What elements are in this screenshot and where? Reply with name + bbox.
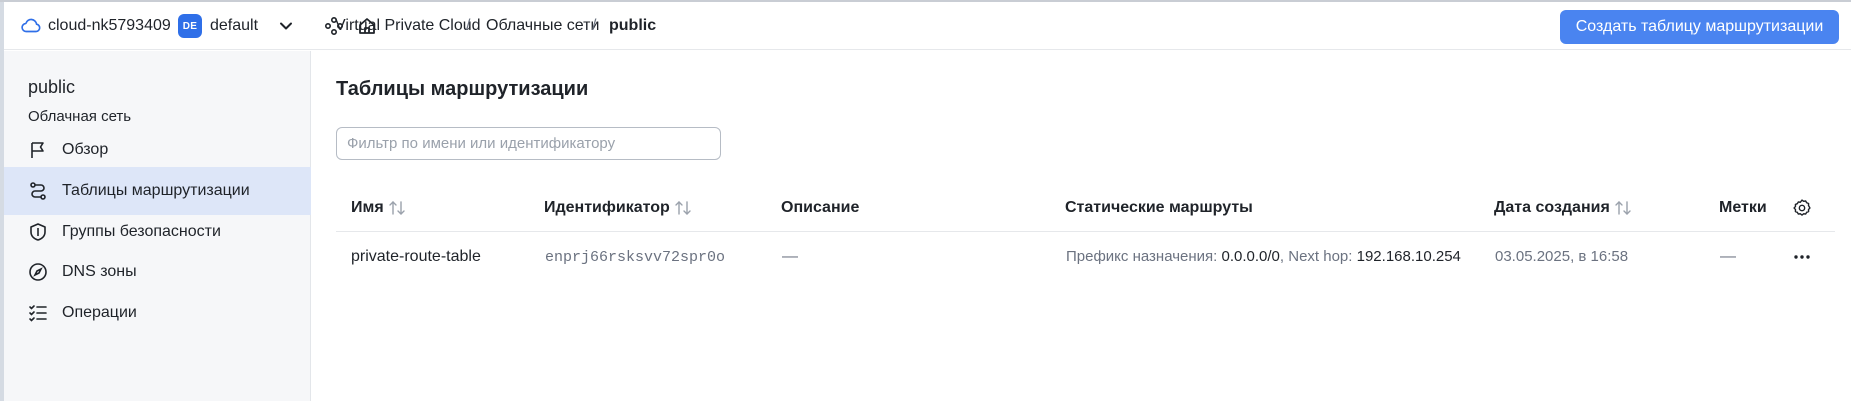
column-label: Имя (351, 199, 384, 216)
route-icon (30, 182, 46, 200)
sidebar-item-operations[interactable]: Операции (4, 289, 311, 337)
table-divider (336, 231, 1835, 232)
folder-name[interactable]: default (210, 15, 258, 37)
sort-icon[interactable] (388, 200, 406, 216)
route-next-hop-label: Next hop: (1288, 248, 1353, 265)
breadcrumb-vpc[interactable]: Virtual Private Cloud (335, 15, 481, 37)
route-next-hop-value: 192.168.10.254 (1356, 248, 1461, 265)
route-prefix-value: 0.0.0.0/0 (1221, 248, 1280, 265)
list-check-icon (29, 305, 47, 322)
route-table-static-routes: Префикс назначения: 0.0.0.0/0, Next hop:… (1066, 247, 1461, 267)
sidebar-item-label: Обзор (62, 141, 109, 158)
cloud-name[interactable]: cloud-nk5793409 (48, 15, 171, 37)
sidebar-subtitle: Облачная сеть (28, 108, 132, 125)
column-header-created[interactable]: Дата создания (1494, 198, 1632, 218)
column-label: Описание (781, 199, 860, 216)
column-header-name[interactable]: Имя (351, 198, 406, 218)
flag-icon (31, 142, 44, 158)
cloud-icon (21, 18, 41, 33)
sidebar-item-label: Операции (62, 304, 137, 321)
sidebar-item-label: Группы безопасности (62, 223, 221, 240)
column-label: Идентификатор (544, 199, 670, 216)
column-header-static-routes: Статические маршруты (1065, 198, 1253, 218)
route-separator: , (1279, 248, 1285, 265)
column-label: Метки (1719, 199, 1767, 216)
sidebar: public Облачная сеть Обзор Таблицы маршр… (4, 51, 311, 401)
sort-icon[interactable] (1614, 200, 1632, 216)
page-title: Таблицы маршрутизации (336, 78, 589, 100)
breadcrumb-separator: / (466, 17, 471, 34)
breadcrumb-separator: / (592, 17, 597, 34)
compass-icon (29, 263, 47, 281)
column-header-id[interactable]: Идентификатор (544, 198, 692, 218)
more-actions-icon[interactable] (1792, 248, 1812, 266)
top-bar: cloud-nk5793409 DE default Virtual Priva… (4, 2, 1851, 50)
route-table-description: — (782, 248, 798, 265)
column-header-labels: Метки (1719, 198, 1767, 218)
column-header-description: Описание (781, 198, 859, 218)
create-route-table-button[interactable]: Создать таблицу маршрутизации (1560, 10, 1839, 44)
route-table-labels: — (1720, 248, 1736, 265)
route-table-name[interactable]: private-route-table (351, 247, 481, 267)
gear-icon[interactable] (1792, 198, 1812, 218)
route-prefix-label: Префикс назначения: (1066, 248, 1218, 265)
route-table-id: enprj66rsksvv72spr0o (545, 249, 726, 266)
column-label: Дата создания (1494, 199, 1610, 216)
breadcrumb-networks[interactable]: Облачные сети (486, 15, 599, 37)
route-table-created: 03.05.2025, в 16:58 (1495, 248, 1629, 265)
sort-icon[interactable] (674, 200, 692, 216)
sidebar-item-label: DNS зоны (62, 263, 137, 280)
filter-input[interactable] (336, 127, 721, 160)
sidebar-title: public (28, 77, 76, 97)
column-label: Статические маршруты (1065, 199, 1253, 216)
chevron-down-icon[interactable] (276, 16, 296, 36)
sidebar-item-label: Таблицы маршрутизации (62, 182, 250, 199)
shield-icon (30, 223, 46, 241)
breadcrumb-current: public (609, 17, 657, 34)
folder-badge: DE (178, 14, 202, 38)
